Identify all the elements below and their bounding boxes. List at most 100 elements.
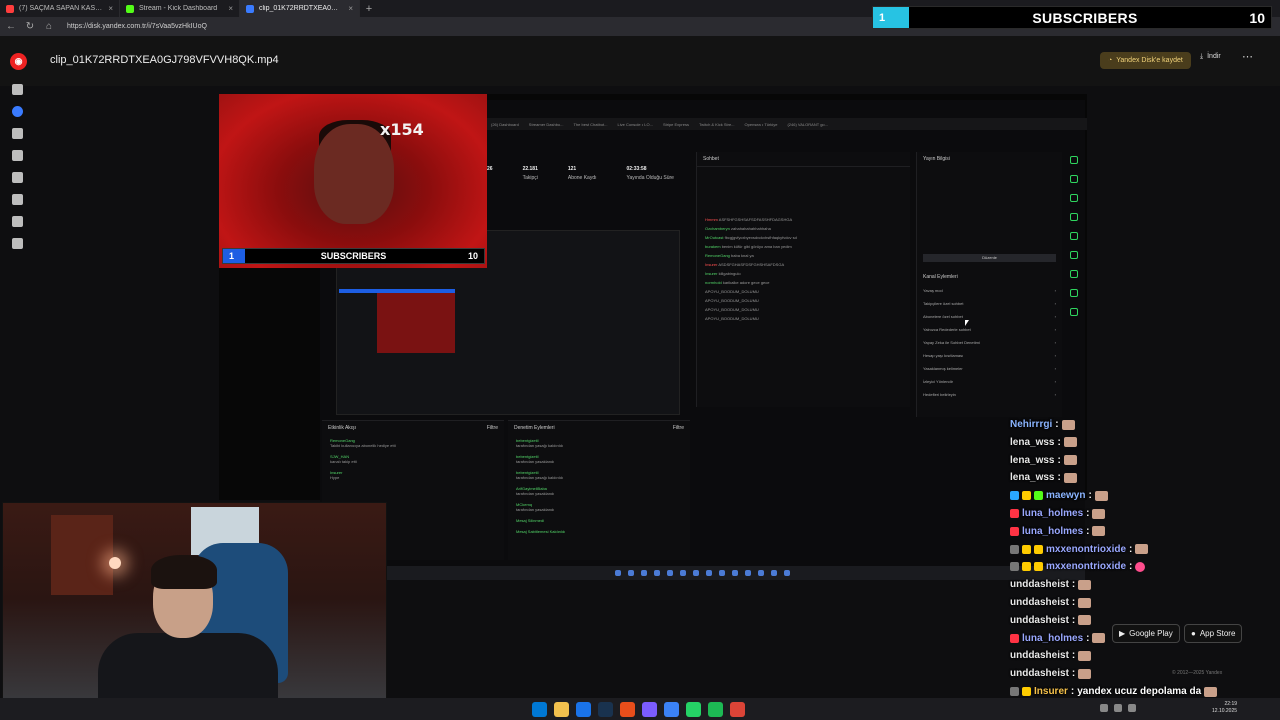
edit-button[interactable]: Düzenle [923, 254, 1056, 262]
url-field[interactable]: https://disk.yandex.com.tr/i/7sVaa5vzHkI… [67, 23, 207, 30]
file-name: clip_01K72RRDTXEA0GJ798VFVVH8QK.mp4 [50, 54, 279, 66]
lamp-light [109, 557, 121, 569]
channel-action[interactable]: Yalnızca Redederle sohbet › [917, 323, 1062, 336]
tool-icon[interactable] [1070, 270, 1078, 278]
close-icon[interactable]: × [348, 4, 353, 13]
browser-tab[interactable]: (7) SAÇMA SAPAN KASK| 5Srider × [0, 0, 120, 17]
inner-taskbar-icon [732, 570, 738, 576]
apps-icon[interactable] [12, 238, 23, 249]
app-store-button[interactable]: ● App Store [1184, 624, 1243, 643]
inner-taskbar-icon [693, 570, 699, 576]
inner-taskbar-icon [654, 570, 660, 576]
moderation-user[interactable]: Mesaj Sabitlemesi Kaldırıldı [516, 529, 565, 534]
notes-icon[interactable] [12, 150, 23, 161]
taskbar-app-icon[interactable] [730, 702, 745, 717]
stat-value: 22.181 [522, 166, 538, 172]
chat-username[interactable]: Insurer [705, 262, 717, 267]
overlay-chat-message: mxxenontrioxide: [1010, 541, 1149, 558]
moderation-item: MCkemq tarafından yasaklandı [508, 499, 690, 515]
goal-label: SUBSCRIBERS [1032, 9, 1138, 26]
yandex-disk-logo-icon[interactable]: ◉ [10, 53, 27, 70]
mini-subscriber-goal: 1 SUBSCRIBERS 10 [222, 248, 485, 264]
chat-username[interactable]: RemoneGang [705, 253, 730, 258]
stat-value: 121 [567, 166, 577, 172]
channel-action[interactable]: Abonelere özel sohbet › [917, 310, 1062, 323]
preview-goal-bar [339, 289, 455, 293]
tool-icon[interactable] [1070, 175, 1078, 183]
overlay-chat-message: luna_holmes: [1010, 630, 1106, 647]
new-tab-icon[interactable]: + [360, 3, 378, 15]
browser-tab[interactable]: clip_01K72RRDTXEA0GJ798V × [240, 0, 360, 17]
chat-username[interactable]: burakem [705, 244, 721, 249]
moderation-item: Mesaj Sabitlemesi Kaldırıldı [508, 526, 690, 537]
disk-icon[interactable] [12, 106, 23, 117]
moderation-item: bebentgizetil tarafından yasaklandı [508, 451, 690, 467]
channel-action[interactable]: Hedefleri belirleyin › [917, 388, 1062, 401]
chat-username[interactable]: normhold [705, 280, 722, 285]
apple-icon: ● [1191, 629, 1196, 638]
save-to-disk-button[interactable]: ◔ Yandex Disk'e kaydet [1100, 52, 1191, 69]
chat-message: Ozchamberyn zahahahahahhahhaha [697, 224, 910, 233]
channel-action[interactable]: Yavaş mod › [917, 284, 1062, 297]
inner-taskbar-icon [719, 570, 725, 576]
taskbar-app-icon[interactable] [576, 702, 591, 717]
overlay-chat-username: lena_wss [1010, 472, 1055, 484]
chat-text: benim küfür gibi görüyo ama ban yedim [721, 244, 792, 249]
chat-username[interactable]: Hmmm [705, 217, 718, 222]
channel-action[interactable]: Yapay Zeka ile Sohbet Denetimi › [917, 336, 1062, 349]
mail-icon[interactable] [12, 84, 23, 95]
clock-date: 12.10.2025 [1212, 708, 1238, 714]
reload-icon[interactable]: ↻ [25, 21, 35, 32]
tool-icon[interactable] [1070, 156, 1078, 164]
taskbar-app-icon[interactable] [532, 702, 547, 717]
taskbar-app-icon[interactable] [598, 702, 613, 717]
save-label: Yandex Disk'e kaydet [1116, 57, 1183, 64]
chat-username[interactable]: Insurer [705, 271, 717, 276]
tool-icon[interactable] [1070, 308, 1078, 316]
tool-icon[interactable] [1070, 232, 1078, 240]
stream-stats: 26 22.181 Takipçi 121 Abone Kaydı 02:33:58 Yay… [487, 166, 687, 194]
taskbar-app-icon[interactable] [642, 702, 657, 717]
channel-action[interactable]: Hesap yaşı kısıtlaması › [917, 349, 1062, 362]
telemost-icon[interactable] [12, 172, 23, 183]
taskbar-app-icon[interactable] [554, 702, 569, 717]
tray-icon[interactable] [1128, 704, 1136, 712]
docs-icon[interactable] [12, 128, 23, 139]
tool-icon[interactable] [1070, 251, 1078, 259]
browser-tab[interactable]: Stream - Kick Dashboard × [120, 0, 240, 17]
inner-tab: (246) VALORANT go... [787, 121, 828, 127]
close-icon[interactable]: × [108, 4, 113, 13]
google-play-button[interactable]: ▶ Google Play [1112, 624, 1180, 643]
more-icon[interactable]: ⋯ [1242, 50, 1253, 63]
close-icon[interactable]: × [228, 4, 233, 13]
chat-username[interactable]: Ozchamberyn [705, 226, 730, 231]
goal-current: 1 [873, 7, 909, 28]
tasks-icon[interactable] [12, 216, 23, 227]
taskbar-app-icon[interactable] [686, 702, 701, 717]
calendar-icon[interactable] [12, 194, 23, 205]
download-label: İndir [1207, 53, 1221, 60]
channel-action[interactable]: Yasaklanmış kelimeler › [917, 362, 1062, 375]
home-icon[interactable]: ⌂ [44, 21, 54, 32]
tool-icon[interactable] [1070, 289, 1078, 297]
back-icon[interactable]: ← [6, 21, 16, 32]
tray-icon[interactable] [1100, 704, 1108, 712]
channel-action[interactable]: İzleyici Yönlendir › [917, 375, 1062, 388]
moderation-filter[interactable]: Filtre [673, 425, 684, 431]
tab-title: (7) SAÇMA SAPAN KASK| 5Srider [19, 5, 103, 12]
taskbar-app-icon[interactable] [620, 702, 635, 717]
channel-action-label: Yapay Zeka ile Sohbet Denetimi [923, 340, 980, 345]
taskbar-app-icon[interactable] [664, 702, 679, 717]
moderation-user[interactable]: Mesaj Silinmedi [516, 518, 544, 523]
overlay-chat-username: unddasheist [1010, 614, 1069, 626]
tool-icon[interactable] [1070, 194, 1078, 202]
taskbar-app-icon[interactable] [708, 702, 723, 717]
chat-username[interactable]: MrOutcast [705, 235, 723, 240]
clock[interactable]: 22:19 12.10.2025 [1212, 701, 1237, 715]
tool-icon[interactable] [1070, 213, 1078, 221]
download-button[interactable]: ⤓ İndir [1200, 53, 1221, 61]
tray-icon[interactable] [1114, 704, 1122, 712]
channel-action[interactable]: Takipçilere özel sohbet › [917, 297, 1062, 310]
stat-value: 26 [487, 166, 493, 172]
activity-filter[interactable]: Filtre [487, 425, 498, 431]
